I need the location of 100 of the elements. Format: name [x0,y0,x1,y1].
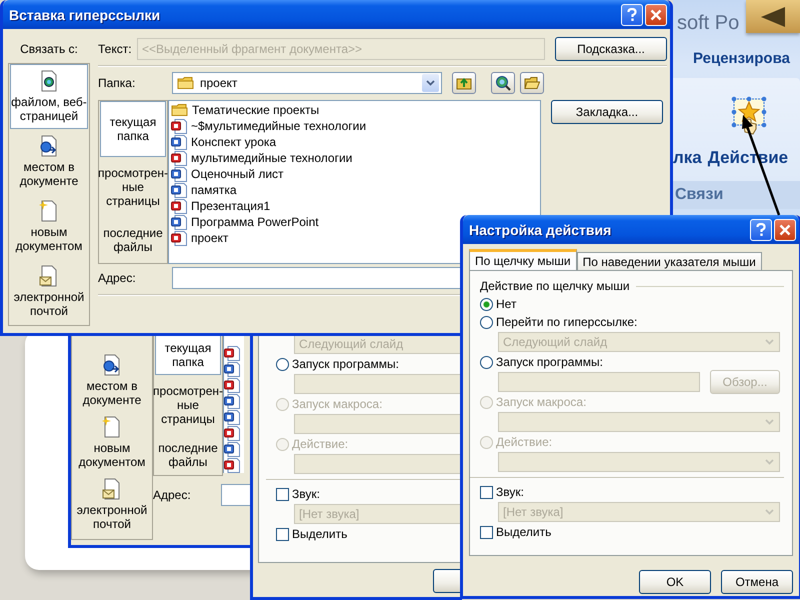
view-item[interactable]: последние файлы [100,217,166,263]
chevron-down-icon [764,339,774,345]
chevron-down-icon [764,419,774,425]
folder-icon [177,76,194,90]
folder-select[interactable]: проект [172,72,442,94]
back-button[interactable] [746,0,800,33]
presentation-file-icon [171,230,187,246]
dialog-button[interactable]: OK [639,570,711,594]
tab[interactable]: По наведении указателя мыши [576,252,762,270]
checkbox[interactable] [276,488,289,500]
radio-label: Перейти по гиперссылке: [496,315,638,329]
help-button[interactable] [750,218,772,240]
view-item[interactable]: последние файлы [155,435,221,475]
help-button[interactable] [621,4,643,26]
document-file-icon [171,182,187,198]
radio-button[interactable] [480,356,493,368]
link-to-label: Связать с: [19,41,79,58]
new-page-icon [39,200,59,222]
document-file-icon [171,214,187,230]
chevron-down-icon [764,459,774,465]
file-item[interactable]: Презентация1 [191,199,270,213]
close-icon [779,224,791,236]
question-mark-icon [756,222,766,236]
page-with-globe-icon [39,70,59,92]
tab[interactable]: По щелчку мыши [469,249,577,270]
browse-web-button[interactable] [491,72,515,94]
checkbox-label: Звук: [292,487,320,501]
radio-label: Запуск макроса: [292,397,382,411]
link-target-item[interactable]: электронной почтой [73,473,151,535]
link-target-item[interactable]: местом в документе [73,349,151,411]
left-triangle-icon [759,6,787,28]
file-item[interactable]: проект [191,231,228,245]
globe-search-icon [495,75,511,91]
view-item[interactable]: текущая папка [155,335,221,375]
star-action-icon[interactable] [730,96,768,136]
chevron-down-icon [426,80,435,86]
file-item[interactable]: памятка [191,183,237,197]
folder-up-icon [456,76,472,90]
close-icon [650,8,662,20]
radio-label: Запуск макроса: [496,395,586,409]
ribbon-tab[interactable]: Рецензирова [673,44,800,78]
document-file-icon [171,166,187,182]
link-target-item[interactable]: файлом, веб- страницей [10,64,88,129]
view-item[interactable]: текущая папка [100,101,166,157]
checkbox[interactable] [276,528,289,540]
page-with-arrow-icon [102,354,122,376]
radio-button[interactable] [480,298,493,310]
text-label: Текст: [98,42,133,56]
open-folder-icon [524,76,540,90]
radio-label: Нет [496,297,516,311]
file-item[interactable]: Оценочный лист [191,167,284,181]
file-item[interactable]: Программа PowerPoint [191,215,319,229]
address-label: Адрес: [98,271,137,285]
presentation-file-icon [171,150,187,166]
checkbox-label: Выделить [292,527,348,541]
bookmark-button[interactable]: Закладка... [551,100,663,124]
close-button[interactable] [645,4,667,26]
link-target-item[interactable]: электронной почтой [10,259,88,324]
group-label: Действие по щелчку мыши [480,279,630,293]
view-item[interactable]: просмотрен- ные страницы [155,375,221,435]
address-field[interactable] [221,484,250,506]
file-item[interactable]: мультимедийные технологии [191,151,352,165]
radio-label: Запуск программы: [292,357,399,371]
page-with-arrow-icon [39,135,59,157]
radio-label: Действие: [496,435,552,449]
link-target-item[interactable]: местом в документе [10,129,88,194]
presentation-file-icon [171,118,187,134]
file-item[interactable]: Конспект урока [191,135,276,149]
page-with-envelope-icon [39,265,59,287]
presentation-file-icon [171,198,187,214]
folder-label: Папка: [98,76,136,90]
link-target-item[interactable]: новым документом [10,194,88,259]
question-mark-icon [627,8,637,22]
screen-tip-button[interactable]: Подсказка... [555,37,667,61]
radio-label: Действие: [292,437,348,451]
close-button[interactable] [774,218,796,240]
up-folder-button[interactable] [452,72,476,94]
file-item[interactable]: ~$мультимедийные технологии [191,119,366,133]
ribbon-button-label[interactable]: лка [673,148,702,168]
radio-label: Запуск программы: [496,355,603,369]
view-item[interactable]: просмотрен- ные страницы [100,157,166,217]
checkbox-label: Выделить [496,525,552,539]
checkbox[interactable] [480,526,493,538]
radio-button[interactable] [276,358,289,370]
window-title: Вставка гиперссылки [9,6,162,22]
app-title: soft Po [676,11,740,36]
document-file-icon [171,134,187,150]
link-target-item[interactable]: новым документом [73,411,151,473]
page-with-envelope-icon [102,478,122,500]
dialog-button[interactable]: Отмена [721,570,793,594]
radio-button[interactable] [480,316,493,328]
browse-file-button[interactable] [520,72,544,94]
checkbox[interactable] [480,486,493,498]
checkbox-label: Звук: [496,485,524,499]
address-label: Адрес: [153,488,192,502]
new-page-icon [102,416,122,438]
folder-icon [171,103,188,117]
group-label: Связи [673,181,800,209]
file-item[interactable]: Тематические проекты [192,103,320,117]
window-title: Настройка действия [469,222,612,238]
